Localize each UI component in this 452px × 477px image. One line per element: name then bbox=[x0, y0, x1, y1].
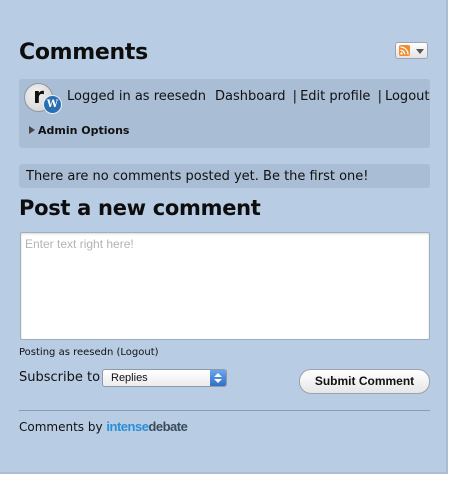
dashboard-link[interactable]: Dashboard bbox=[215, 89, 286, 104]
user-info-box: r W Logged in as reesedn Dashboard | Edit… bbox=[19, 79, 430, 148]
no-comments-text: There are no comments posted yet. Be the… bbox=[26, 169, 369, 184]
rss-dropdown-button[interactable] bbox=[395, 42, 428, 59]
post-comment-heading: Post a new comment bbox=[19, 196, 261, 220]
chevron-down-icon bbox=[416, 49, 424, 54]
admin-options-label: Admin Options bbox=[38, 124, 130, 137]
comments-panel: Comments r W Logged in as reesedn Dashbo… bbox=[0, 0, 448, 474]
subscribe-selected-value: Replies bbox=[111, 372, 148, 384]
subscribe-label: Subscribe to bbox=[19, 370, 101, 385]
account-links: Dashboard | Edit profile | Logout bbox=[215, 89, 429, 104]
logged-in-text: Logged in as reesedn bbox=[67, 89, 207, 104]
divider bbox=[19, 410, 430, 411]
comments-by-text: Comments by bbox=[19, 420, 103, 434]
footer: Comments by intensedebate bbox=[19, 419, 188, 434]
page-title: Comments bbox=[19, 40, 148, 65]
admin-options-toggle[interactable]: Admin Options bbox=[29, 124, 129, 137]
edit-profile-link[interactable]: Edit profile bbox=[300, 89, 370, 104]
submit-comment-button[interactable]: Submit Comment bbox=[299, 369, 430, 394]
intensedebate-logo[interactable]: intensedebate bbox=[106, 419, 187, 434]
triangle-right-icon bbox=[29, 126, 35, 134]
comment-textarea[interactable] bbox=[20, 232, 430, 340]
logout-link[interactable]: Logout bbox=[385, 89, 430, 104]
link-separator: | bbox=[377, 89, 382, 104]
rss-icon bbox=[399, 45, 410, 56]
posting-as-text[interactable]: Posting as reesedn (Logout) bbox=[19, 347, 159, 358]
no-comments-notice: There are no comments posted yet. Be the… bbox=[19, 164, 430, 188]
wordpress-icon: W bbox=[43, 95, 62, 114]
link-separator: | bbox=[292, 89, 298, 104]
subscribe-select[interactable]: Replies bbox=[102, 369, 227, 387]
select-arrows-icon bbox=[210, 370, 226, 386]
